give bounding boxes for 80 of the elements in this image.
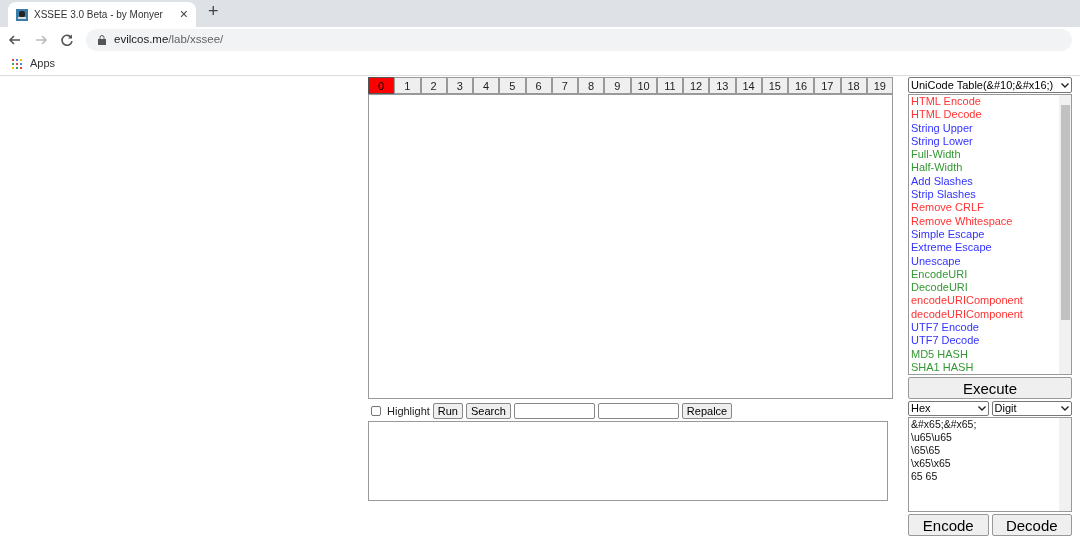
execute-button[interactable]: Execute bbox=[908, 377, 1072, 399]
function-option[interactable]: UTF7 Encode bbox=[911, 321, 1059, 335]
replace-field[interactable] bbox=[597, 403, 679, 419]
browser-tab[interactable]: XSSEE 3.0 Beta - by Monyer × bbox=[8, 2, 196, 27]
close-icon[interactable]: × bbox=[179, 4, 188, 25]
slot-tab[interactable]: 9 bbox=[604, 77, 631, 94]
function-option[interactable]: Half-Width bbox=[911, 161, 1059, 175]
function-option[interactable]: HTML Encode bbox=[911, 95, 1059, 109]
slot-tab[interactable]: 3 bbox=[446, 77, 473, 94]
slot-tab[interactable]: 13 bbox=[709, 77, 736, 94]
dropdown-caret-icon bbox=[1061, 82, 1069, 88]
output-line: 65 65 bbox=[911, 470, 939, 483]
slot-tab[interactable]: 1 bbox=[394, 77, 421, 94]
function-option[interactable]: String Lower bbox=[911, 134, 1059, 149]
function-option[interactable]: UTF7 Decode bbox=[911, 334, 1059, 348]
output-line: \65\65 bbox=[911, 444, 942, 457]
highlight-label: Highlight bbox=[387, 403, 430, 419]
function-option[interactable]: Unescape bbox=[911, 254, 1059, 268]
function-option[interactable]: decodeURIComponent bbox=[911, 307, 1059, 322]
slot-tab[interactable]: 19 bbox=[866, 77, 893, 94]
number-select[interactable]: Digit bbox=[991, 401, 1072, 416]
slot-tab[interactable]: 0 bbox=[368, 77, 395, 94]
slot-tab[interactable]: 7 bbox=[551, 77, 578, 94]
forward-icon[interactable] bbox=[34, 32, 48, 47]
output-line: \x65\x65 bbox=[911, 457, 952, 470]
slot-tab[interactable]: 6 bbox=[525, 77, 552, 94]
slot-tab[interactable]: 18 bbox=[840, 77, 867, 94]
table-select[interactable]: UniCode Table(&#10;&#x16;) bbox=[908, 77, 1072, 93]
highlight-checkbox[interactable] bbox=[371, 406, 381, 416]
slot-tab[interactable]: 16 bbox=[788, 77, 815, 94]
favicon-icon bbox=[16, 8, 28, 21]
back-icon[interactable] bbox=[8, 32, 22, 47]
scrollbar[interactable] bbox=[1059, 418, 1071, 511]
scrollbar[interactable] bbox=[1059, 95, 1071, 374]
function-option[interactable]: SHA1 HASH bbox=[911, 360, 1059, 375]
dropdown-caret-icon bbox=[977, 406, 986, 411]
reload-icon[interactable] bbox=[60, 32, 74, 47]
search-button[interactable]: Search bbox=[466, 403, 511, 419]
function-option[interactable]: MD5 HASH bbox=[911, 347, 1059, 361]
url-text: evilcos.me/lab/xssee/ bbox=[114, 31, 224, 47]
function-option[interactable]: Add Slashes bbox=[911, 174, 1059, 189]
slot-tab[interactable]: 2 bbox=[420, 77, 447, 94]
decode-button[interactable]: Decode bbox=[991, 514, 1072, 536]
function-option[interactable]: Extreme Escape bbox=[911, 241, 1059, 255]
lock-icon bbox=[98, 34, 106, 45]
function-option[interactable]: Remove Whitespace bbox=[911, 214, 1059, 228]
encode-button[interactable]: Encode bbox=[908, 514, 989, 536]
output-line: \u65\u65 bbox=[911, 431, 953, 444]
input-textarea[interactable] bbox=[368, 94, 893, 399]
slot-tab[interactable]: 4 bbox=[473, 77, 500, 94]
slot-tab[interactable]: 8 bbox=[578, 77, 605, 94]
slot-tab[interactable]: 11 bbox=[656, 77, 683, 94]
function-option[interactable]: HTML Decode bbox=[911, 108, 1059, 122]
slot-tab[interactable]: 17 bbox=[814, 77, 841, 94]
address-bar[interactable]: evilcos.me/lab/xssee/ bbox=[86, 28, 1072, 51]
slot-tab[interactable]: 15 bbox=[761, 77, 788, 94]
slot-tab[interactable]: 5 bbox=[499, 77, 526, 94]
function-option[interactable]: Remove CRLF bbox=[911, 201, 1059, 215]
result-textarea[interactable] bbox=[368, 421, 888, 501]
search-field[interactable] bbox=[513, 403, 595, 419]
format-select[interactable]: Hex bbox=[908, 401, 989, 416]
function-option[interactable]: Simple Escape bbox=[911, 227, 1059, 242]
output-line: &#x65;&#x65; bbox=[911, 418, 978, 431]
slot-tab[interactable]: 12 bbox=[683, 77, 710, 94]
function-list[interactable] bbox=[908, 94, 1072, 375]
dropdown-caret-icon bbox=[1061, 406, 1069, 411]
function-option[interactable]: EncodeURI bbox=[911, 267, 1059, 282]
replace-button[interactable]: Repalce bbox=[681, 403, 733, 419]
function-option[interactable]: DecodeURI bbox=[911, 281, 1059, 295]
function-option[interactable]: encodeURIComponent bbox=[911, 294, 1059, 308]
bookmark-link[interactable]: Apps bbox=[30, 55, 56, 72]
apps-icon bbox=[12, 58, 22, 69]
function-option[interactable]: String Upper bbox=[911, 121, 1059, 135]
new-tab-button[interactable]: + bbox=[208, 0, 219, 25]
function-option[interactable]: Strip Slashes bbox=[911, 188, 1059, 202]
slot-tab[interactable]: 14 bbox=[735, 77, 762, 94]
tab-title: XSSEE 3.0 Beta - by Monyer bbox=[34, 8, 164, 22]
slot-tab[interactable]: 10 bbox=[630, 77, 657, 94]
run-button[interactable]: Run bbox=[432, 403, 463, 419]
function-option[interactable]: Full-Width bbox=[911, 148, 1059, 162]
